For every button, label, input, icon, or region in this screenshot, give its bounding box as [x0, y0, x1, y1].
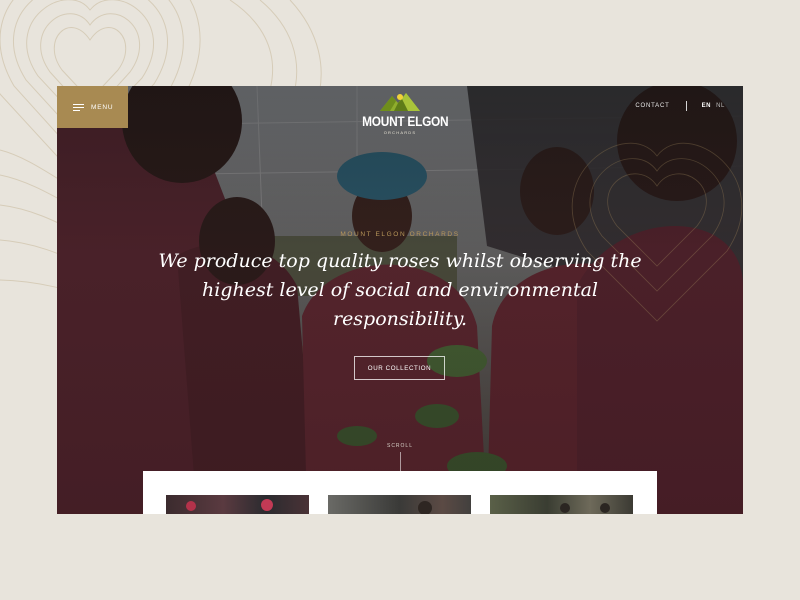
- menu-button[interactable]: MENU: [57, 86, 128, 128]
- hamburger-icon: [73, 103, 84, 111]
- collection-preview-panel: [143, 471, 657, 514]
- collection-thumbnail[interactable]: [166, 495, 309, 514]
- collection-thumbnail[interactable]: [328, 495, 471, 514]
- contact-link[interactable]: CONTACT: [635, 103, 669, 109]
- scroll-indicator[interactable]: SCROLL: [57, 443, 743, 449]
- top-navigation: CONTACT EN NL: [635, 101, 725, 111]
- logo-subtitle: ORCHARDS: [383, 130, 417, 135]
- collection-thumbnail[interactable]: [490, 495, 633, 514]
- hero-headline: We produce top quality roses whilst obse…: [158, 250, 642, 330]
- our-collection-button[interactable]: OUR COLLECTION: [354, 356, 445, 380]
- brand-logo[interactable]: MOUNT ELGON ORCHARDS: [357, 90, 449, 146]
- language-en[interactable]: EN: [702, 103, 712, 109]
- logo-title: MOUNT ELGON: [362, 114, 449, 129]
- menu-label: MENU: [91, 103, 114, 111]
- hero-section: MENU MOUNT ELGON ORCHARDS CONTACT EN NL …: [57, 86, 743, 514]
- hero-eyebrow: MOUNT ELGON ORCHARDS: [340, 231, 460, 238]
- mountain-logo-icon: [380, 93, 420, 111]
- nav-divider: [685, 101, 687, 111]
- language-nl[interactable]: NL: [716, 103, 725, 109]
